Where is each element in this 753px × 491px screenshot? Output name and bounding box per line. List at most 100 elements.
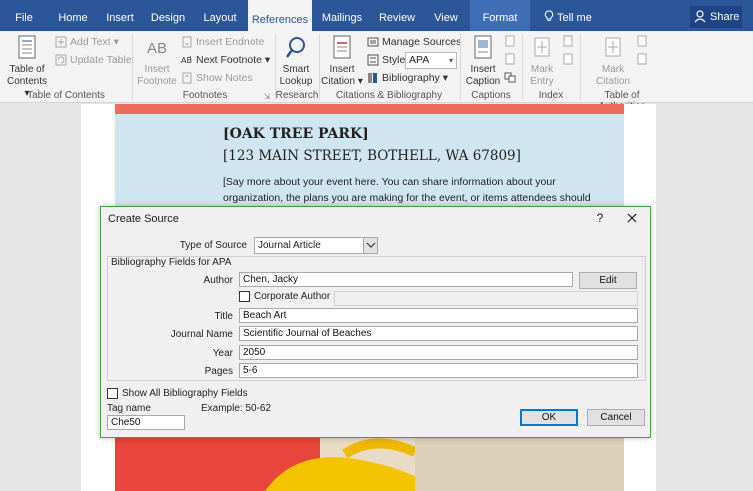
manage-sources-button[interactable]: Manage Sources <box>367 34 461 50</box>
add-text-button[interactable]: Add Text ▾ <box>55 34 119 50</box>
help-button[interactable]: ? <box>593 211 607 225</box>
add-text-icon <box>55 36 67 48</box>
person-icon <box>694 10 706 23</box>
beach-toy-image <box>115 434 624 491</box>
event-title[interactable]: [OAK TREE PARK] <box>223 126 369 142</box>
dialog-title: Create Source <box>108 213 179 225</box>
year-field[interactable]: 2050 <box>239 345 638 360</box>
share-button[interactable]: Share <box>690 6 742 28</box>
share-label: Share <box>710 11 740 23</box>
pages-label: Pages <box>204 366 233 377</box>
insert-footnote-button[interactable]: AB Insert Footnote <box>136 37 178 88</box>
close-icon[interactable] <box>622 209 642 227</box>
show-all-fields-label: Show All Bibliography Fields <box>122 388 248 399</box>
tell-me-label: Tell me <box>557 12 592 24</box>
endnote-icon <box>182 36 192 48</box>
tab-design[interactable]: Design <box>144 0 192 31</box>
insert-index-icon[interactable] <box>562 35 574 47</box>
mark-citation-icon <box>605 37 621 57</box>
cancel-button[interactable]: Cancel <box>587 409 645 426</box>
type-of-source-dropdown[interactable]: Journal Article <box>254 237 378 254</box>
cross-reference-icon[interactable] <box>504 71 516 83</box>
insert-citation-button[interactable]: Insert Citation ▾ <box>321 35 363 88</box>
mark-citation-label-2: Citation <box>596 76 630 87</box>
style-value: APA <box>409 54 430 66</box>
ribbon: Table of Contents ▾ Add Text ▾ Update Ta… <box>0 31 753 129</box>
tab-home[interactable]: Home <box>50 0 96 31</box>
style-label: Style: <box>367 52 408 68</box>
tell-me-box[interactable]: Tell me <box>544 0 592 31</box>
mark-entry-label-2: Entry <box>530 76 554 87</box>
mark-citation-button[interactable]: Mark Citation <box>592 35 634 88</box>
tag-name-field[interactable]: Che50 <box>107 415 185 430</box>
corporate-author-field[interactable] <box>334 291 638 306</box>
tab-layout[interactable]: Layout <box>194 0 246 31</box>
insert-footnote-label-1: Insert <box>144 64 170 75</box>
year-label: Year <box>212 348 233 359</box>
event-address[interactable]: [123 MAIN STREET, BOTHELL, WA 67809] <box>223 148 521 164</box>
group-label-toc: Table of Contents <box>27 90 105 101</box>
create-source-dialog: Create Source ? Type of Source Journal A… <box>100 206 651 438</box>
update-authorities-icon[interactable] <box>636 53 648 65</box>
journal-name-label: Journal Name <box>170 329 233 340</box>
type-of-source-label: Type of Source <box>179 240 247 251</box>
tab-review[interactable]: Review <box>372 0 422 31</box>
edit-author-button[interactable]: Edit <box>579 272 637 289</box>
tab-file[interactable]: File <box>0 0 48 31</box>
corporate-author-label: Corporate Author <box>254 291 331 302</box>
footnote-ab-icon: AB <box>146 40 167 57</box>
group-label-captions: Captions <box>471 90 511 101</box>
mark-entry-button[interactable]: Mark Entry <box>524 35 560 88</box>
tab-format[interactable]: Format <box>470 0 530 31</box>
insert-table-of-authorities-icon[interactable] <box>636 35 648 47</box>
footnotes-dialog-launcher[interactable]: ⇲ <box>262 91 272 103</box>
magnifier-icon <box>285 37 305 58</box>
bibliography-fields-label: Bibliography Fields for APA <box>111 257 232 268</box>
insert-endnote-button[interactable]: Insert Endnote <box>181 34 264 50</box>
update-table-icon[interactable] <box>504 53 516 65</box>
smart-lookup-label-1: Smart <box>282 64 310 75</box>
show-notes-icon <box>182 72 192 84</box>
smart-lookup-button[interactable]: Smart Lookup <box>277 35 315 88</box>
author-field[interactable]: Chen, Jacky <box>239 272 573 287</box>
chevron-down-icon <box>363 238 377 253</box>
insert-caption-icon <box>474 35 492 59</box>
insert-caption-label-1: Insert <box>470 64 496 75</box>
update-table-button[interactable]: Update Table <box>55 52 132 68</box>
insert-footnote-label-2: Footnote <box>137 76 177 87</box>
svg-text:1: 1 <box>189 56 192 62</box>
next-footnote-icon: AB1 <box>181 56 192 65</box>
group-label-footnotes: Footnotes <box>182 90 228 101</box>
insert-caption-button[interactable]: Insert Caption <box>463 35 503 88</box>
corporate-author-checkbox[interactable] <box>239 291 250 302</box>
lightbulb-icon <box>544 10 554 21</box>
title-field[interactable]: Beach Art <box>239 308 638 323</box>
journal-name-field[interactable]: Scientific Journal of Beaches <box>239 326 638 341</box>
chevron-down-icon: ▾ <box>448 56 453 65</box>
toc-label-1: Table of <box>9 64 45 75</box>
tab-view[interactable]: View <box>424 0 468 31</box>
mark-citation-label-1: Mark <box>601 64 625 75</box>
ribbon-tab-bar: File Home Insert Design Layout Reference… <box>0 0 753 31</box>
insert-table-of-figures-icon[interactable] <box>504 35 516 47</box>
tab-insert[interactable]: Insert <box>98 0 142 31</box>
group-label-index: Index <box>538 90 564 101</box>
update-index-icon[interactable] <box>562 53 574 65</box>
pages-field[interactable]: 5-6 <box>239 363 638 378</box>
style-dropdown[interactable]: APA ▾ <box>405 52 457 69</box>
insert-citation-icon <box>333 35 351 59</box>
ok-button[interactable]: OK <box>520 409 578 426</box>
show-all-fields-checkbox[interactable] <box>107 388 118 399</box>
next-footnote-button[interactable]: AB 1 Next Footnote ▾ <box>181 52 270 68</box>
update-table-icon <box>55 54 67 66</box>
style-icon <box>367 54 379 66</box>
author-label: Author <box>203 275 233 286</box>
show-notes-button[interactable]: Show Notes <box>181 70 253 86</box>
insert-citation-label-2: Citation ▾ <box>321 76 363 87</box>
mark-entry-icon <box>534 37 550 57</box>
type-of-source-value: Journal Article <box>258 240 321 251</box>
title-label: Title <box>214 311 233 322</box>
tab-references[interactable]: References <box>248 0 312 31</box>
bibliography-button[interactable]: Bibliography ▾ <box>367 70 448 86</box>
tab-mailings[interactable]: Mailings <box>316 0 368 31</box>
